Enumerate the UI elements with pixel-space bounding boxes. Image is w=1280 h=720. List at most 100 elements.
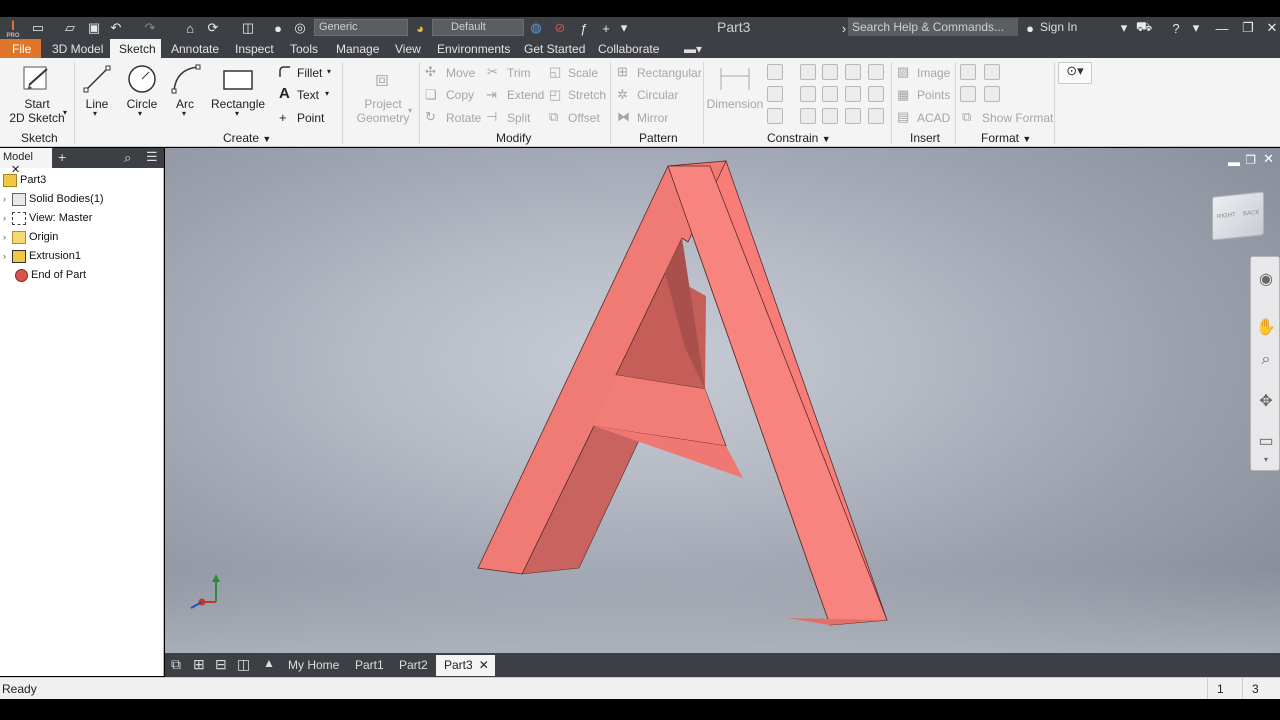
tree-item-end-of-part[interactable]: End of Part [0,266,86,284]
circular-pattern-button[interactable]: Circular [637,88,678,102]
split-button[interactable]: Split [507,111,530,125]
zoom-icon[interactable]: ⌕ [1256,351,1276,371]
line-icon[interactable] [82,64,112,94]
rectangular-pattern-icon[interactable]: ⊞ [617,64,628,80]
tree-item-extrusion1[interactable]: › Extrusion1 [0,247,81,265]
close-tab-icon[interactable]: ✕ [479,658,489,672]
fillet-button[interactable]: Fillet [297,66,322,80]
tab-annotate[interactable]: Annotate [171,40,219,58]
start-sketch-label-1[interactable]: Start [12,97,62,111]
tab-file[interactable]: File [0,39,41,58]
undo-icon[interactable]: ↶ [108,20,124,36]
construction-icon[interactable] [960,64,976,80]
perpendicular-icon[interactable] [822,86,838,102]
rotate-button[interactable]: Rotate [446,111,481,125]
cart-icon[interactable]: ⛟ [1136,19,1152,36]
symmetric-icon[interactable] [845,108,861,124]
help-icon[interactable]: ? [1168,20,1184,36]
create-panel-dropdown-icon[interactable]: ▼ [262,134,271,144]
tree-item-origin[interactable]: › Origin [0,228,58,246]
fillet-dropdown-icon[interactable]: ▾ [327,67,331,76]
viewcube-back-face[interactable]: BACK [1243,210,1259,218]
graphics-viewport[interactable]: ▬ ❐ ✕ RIGHT BACK ◉ ✋ ⌕ ✥ ▭ ▾ [165,148,1280,653]
tab-collaborate[interactable]: Collaborate [598,40,659,58]
tab-view[interactable]: View [395,40,421,58]
start-2d-sketch-icon[interactable] [21,63,53,95]
globe-icon[interactable]: ◎ [292,20,308,36]
fx-parameters-icon[interactable]: ƒ [576,20,592,36]
constrain-panel-dropdown-icon[interactable]: ▼ [822,134,831,144]
extend-icon[interactable]: ⇥ [486,87,497,103]
driven-dimension-icon[interactable] [960,86,976,102]
start-sketch-dropdown-icon[interactable]: ▾ [63,108,67,117]
update-icon[interactable]: ⟳ [205,20,221,36]
center-point-icon[interactable] [984,64,1000,80]
concentric-icon[interactable] [845,64,861,80]
scale-icon[interactable]: ◱ [549,64,561,80]
insert-image-button[interactable]: Image [917,66,950,80]
restore-view-icon[interactable]: ❐ [1245,153,1256,167]
browser-menu-icon[interactable]: ☰ [146,149,158,165]
stretch-button[interactable]: Stretch [568,88,606,102]
auto-dimension-icon[interactable] [767,64,783,80]
dimension-icon[interactable] [718,66,752,92]
inventor-logo-icon[interactable]: I PRO [4,17,22,39]
insert-acad-button[interactable]: ACAD [917,111,950,125]
move-icon[interactable]: ✣ [425,64,436,80]
scale-button[interactable]: Scale [568,66,598,80]
tab-part1[interactable]: Part1 [347,655,392,676]
viewcube-right-face[interactable]: RIGHT [1217,212,1236,220]
cascade-windows-icon[interactable]: ⧉ [171,656,181,673]
expand-arrow-icon[interactable]: › [3,232,12,242]
fillet-icon[interactable] [278,65,292,79]
save-icon[interactable]: ▣ [86,20,102,36]
coincident-icon[interactable] [800,64,816,80]
horizontal-icon[interactable] [845,86,861,102]
add-browser-tab-icon[interactable]: + [58,149,66,165]
tree-item-solid-bodies[interactable]: › Solid Bodies(1) [0,190,104,208]
copy-button[interactable]: Copy [446,88,474,102]
offset-icon[interactable]: ⧉ [549,109,558,125]
collinear-icon[interactable] [822,64,838,80]
copy-icon[interactable]: ❏ [425,87,437,103]
browser-search-icon[interactable]: ⌕ [124,150,131,166]
mirror-button[interactable]: Mirror [637,111,668,125]
rectangle-icon[interactable] [222,68,254,92]
minimize-icon[interactable]: — [1214,20,1230,36]
move-button[interactable]: Move [446,66,475,80]
extruded-letter-a-model[interactable] [165,148,1280,653]
tab-3d-model[interactable]: 3D Model [52,40,103,58]
extend-button[interactable]: Extend [507,88,544,102]
tab-get-started[interactable]: Get Started [524,40,585,58]
format-plus-icon[interactable] [984,86,1000,102]
mirror-icon[interactable]: ⧓ [617,109,630,125]
select-icon[interactable]: ◫ [240,20,256,36]
customize-dropdown-icon[interactable]: ▾ [616,20,632,36]
material-dropdown[interactable]: Generic [314,19,408,36]
equal-icon[interactable] [868,108,884,124]
appearance-dropdown[interactable]: Default [432,19,524,36]
point-button[interactable]: Point [297,111,324,125]
redo-icon[interactable]: ↷ [142,20,158,36]
fix-lock-icon[interactable] [868,64,884,80]
adjust-icon[interactable]: ◍ [528,20,544,36]
plus-icon[interactable]: + [598,20,614,36]
document-list-icon[interactable]: ▲ [263,656,275,670]
circle-icon[interactable] [126,63,158,95]
tab-manage[interactable]: Manage [336,40,379,58]
account-dropdown-icon[interactable]: ▾ [1116,20,1132,36]
expand-arrow-icon[interactable]: › [3,213,12,223]
smooth-icon[interactable] [822,108,838,124]
constraint-settings-icon[interactable] [767,108,783,124]
arc-dropdown-icon[interactable]: ▾ [182,109,186,118]
line-dropdown-icon[interactable]: ▾ [93,109,97,118]
show-constraints-icon[interactable] [767,86,783,102]
pan-hand-icon[interactable]: ✋ [1256,317,1276,337]
navbar-options-icon[interactable]: ▾ [1256,455,1276,465]
point-icon[interactable]: + [279,110,287,125]
show-format-icon[interactable]: ⧉ [962,109,971,125]
close-view-icon[interactable]: ✕ [1263,151,1274,167]
tree-item-view-master[interactable]: › View: Master [0,209,92,227]
rotate-icon[interactable]: ↻ [425,109,436,125]
text-icon[interactable]: A [279,85,290,102]
